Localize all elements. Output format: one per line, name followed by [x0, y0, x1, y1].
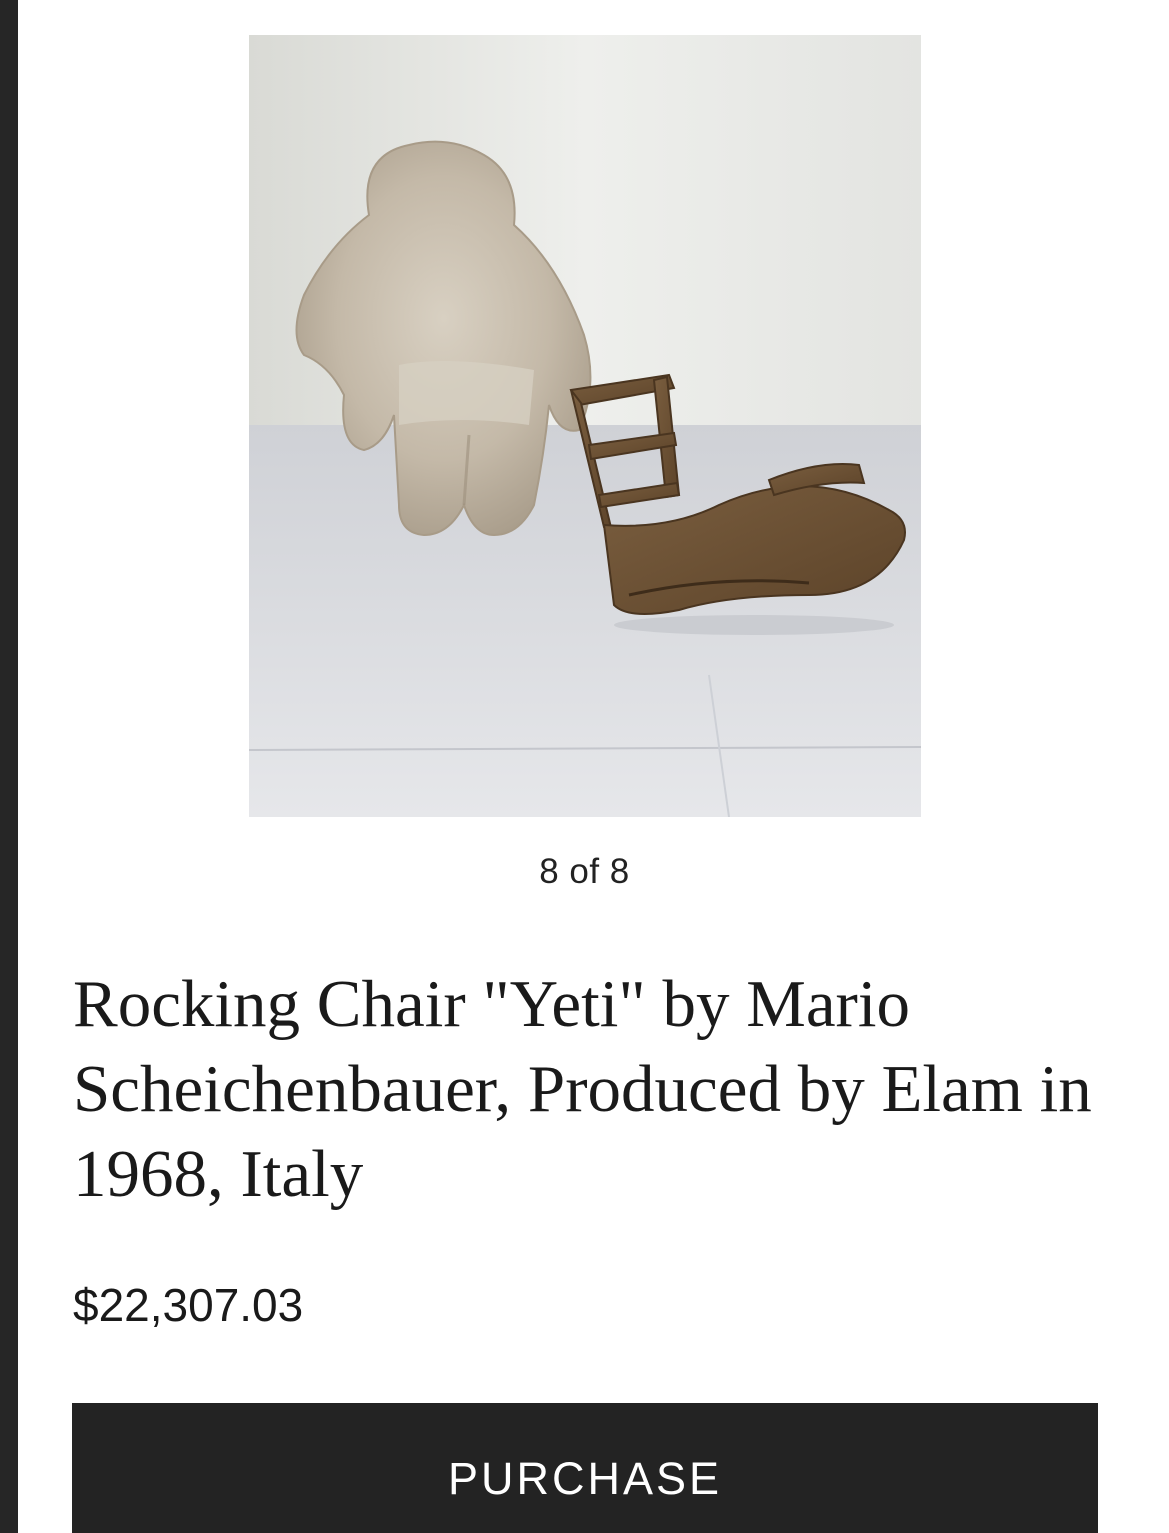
purchase-button-label: PURCHASE [447, 1453, 723, 1504]
product-photo[interactable] [249, 35, 921, 817]
backdrop-left [0, 0, 20, 1533]
product-title: Rocking Chair "Yeti" by Mario Scheichenb… [73, 967, 1092, 1211]
purchase-button[interactable]: PURCHASE [72, 1403, 1098, 1533]
photo-illustration [249, 35, 921, 817]
product-price: $22,307.03 [73, 1279, 304, 1331]
right-gutter [1151, 0, 1169, 1533]
gallery-counter: 8 of 8 [539, 852, 630, 891]
product-modal: 8 of 8 Rocking Chair "Yeti" by Mario Sch… [18, 0, 1151, 1533]
